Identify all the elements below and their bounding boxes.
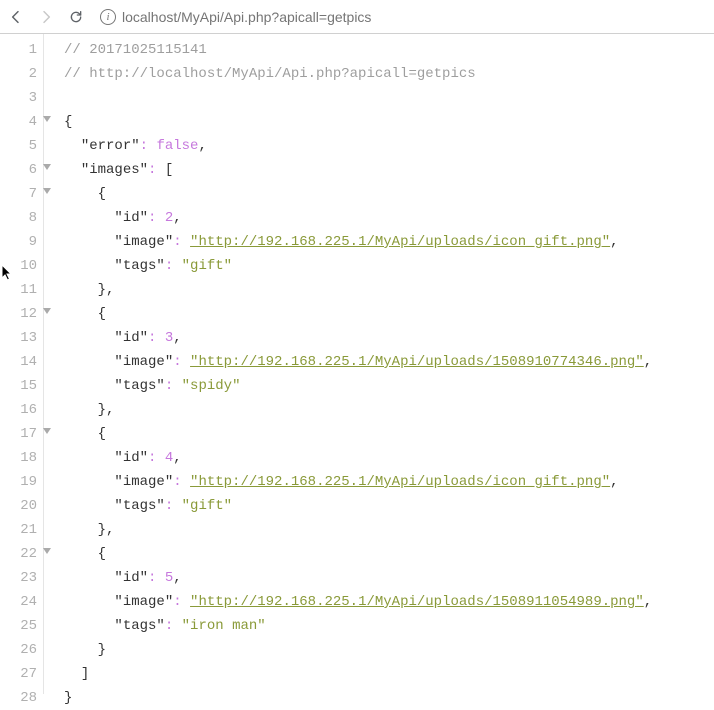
browser-toolbar: i localhost/MyApi/Api.php?apicall=getpic… bbox=[0, 0, 714, 34]
site-info-icon[interactable]: i bbox=[100, 9, 116, 25]
fold-icon[interactable] bbox=[43, 116, 51, 122]
fold-icon[interactable] bbox=[43, 428, 51, 434]
comment-line: // 20171025115141 bbox=[64, 42, 207, 58]
code-content: // 20171025115141 // http://localhost/My… bbox=[44, 34, 652, 694]
address-bar[interactable]: i localhost/MyApi/Api.php?apicall=getpic… bbox=[96, 4, 708, 30]
url-link[interactable]: "http://192.168.225.1/MyApi/uploads/1508… bbox=[190, 354, 644, 370]
forward-button[interactable] bbox=[36, 7, 56, 27]
comment-line: // http://localhost/MyApi/Api.php?apical… bbox=[64, 66, 476, 82]
line-gutter: 1 2 3 4 5 6 7 8 9 10 11 12 13 14 15 16 1… bbox=[0, 34, 44, 694]
reload-button[interactable] bbox=[66, 7, 86, 27]
url-link[interactable]: "http://192.168.225.1/MyApi/uploads/icon… bbox=[190, 234, 610, 250]
fold-icon[interactable] bbox=[43, 548, 51, 554]
url-link[interactable]: "http://192.168.225.1/MyApi/uploads/1508… bbox=[190, 594, 644, 610]
fold-icon[interactable] bbox=[43, 188, 51, 194]
url-link[interactable]: "http://192.168.225.1/MyApi/uploads/icon… bbox=[190, 474, 610, 490]
url-text: localhost/MyApi/Api.php?apicall=getpics bbox=[122, 9, 371, 25]
fold-icon[interactable] bbox=[43, 308, 51, 314]
fold-icon[interactable] bbox=[43, 164, 51, 170]
back-button[interactable] bbox=[6, 7, 26, 27]
code-viewer: 1 2 3 4 5 6 7 8 9 10 11 12 13 14 15 16 1… bbox=[0, 34, 714, 694]
